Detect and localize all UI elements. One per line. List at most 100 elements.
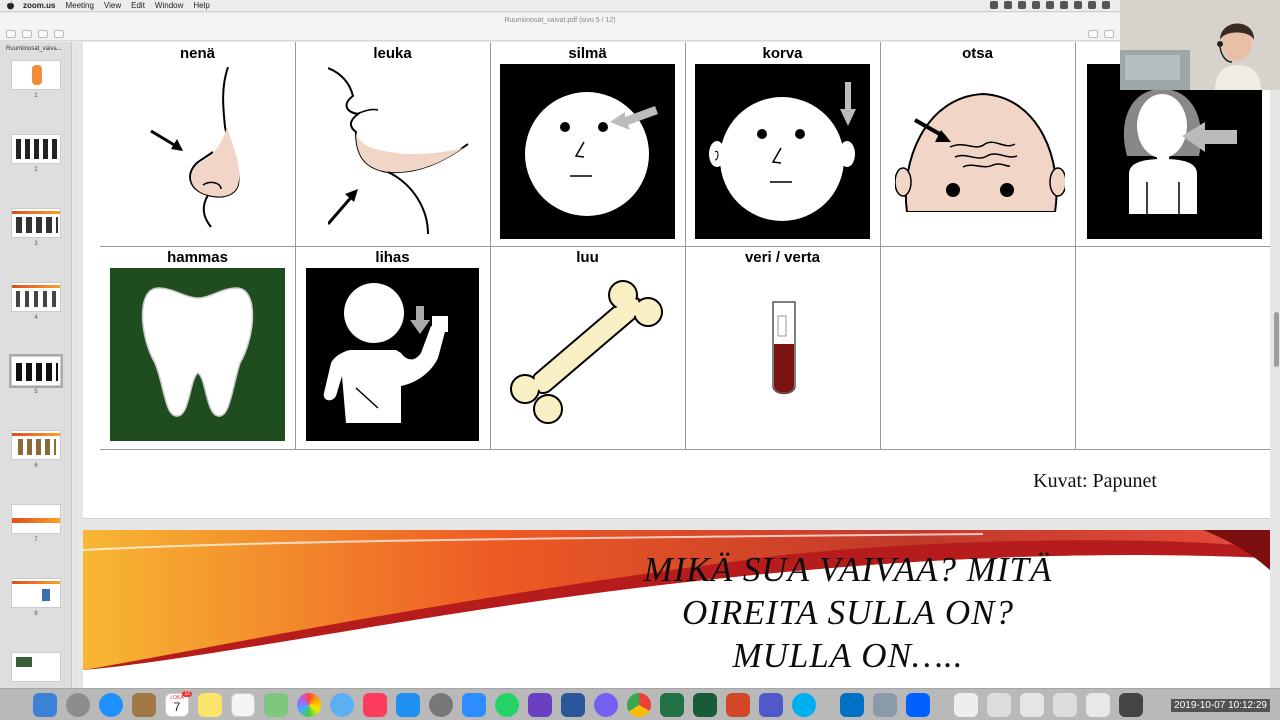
search-button[interactable] xyxy=(1104,30,1114,38)
document-icon[interactable] xyxy=(954,693,978,717)
forehead-picture xyxy=(895,92,1065,212)
vertical-scrollbar[interactable] xyxy=(1274,312,1279,367)
document-icon[interactable] xyxy=(987,693,1011,717)
imovie-icon[interactable] xyxy=(528,693,552,717)
menu-meeting[interactable]: Meeting xyxy=(65,1,93,10)
share-button[interactable] xyxy=(54,30,64,38)
page-thumbnail-1[interactable] xyxy=(11,60,61,90)
menu-view[interactable]: View xyxy=(104,1,121,10)
page-thumbnail-7[interactable] xyxy=(11,504,61,534)
powerpoint-icon[interactable] xyxy=(726,693,750,717)
calendar-icon[interactable]: LOKA 7 12 xyxy=(165,691,192,717)
outlook-icon[interactable] xyxy=(840,693,864,717)
label-eye: silmä xyxy=(568,45,607,62)
tray-icon[interactable] xyxy=(990,1,998,9)
page-number: 4 xyxy=(34,315,38,321)
notes-folder-icon[interactable] xyxy=(132,693,156,717)
music-icon[interactable] xyxy=(363,693,387,717)
calendar-badge: 12 xyxy=(182,691,192,697)
tray-icon[interactable] xyxy=(1088,1,1096,9)
tray-icon[interactable] xyxy=(1074,1,1082,9)
zoom-icon[interactable] xyxy=(462,693,486,717)
label-ear: korva xyxy=(762,45,803,62)
page-thumbnail-3[interactable] xyxy=(11,208,61,238)
chrome-icon[interactable] xyxy=(627,693,651,717)
preview-icon[interactable] xyxy=(873,693,897,717)
whatsapp-icon[interactable] xyxy=(495,693,519,717)
launchpad-icon[interactable] xyxy=(66,693,90,717)
page-number: 8 xyxy=(34,611,38,617)
safari-icon[interactable] xyxy=(99,693,123,717)
label-forehead: otsa xyxy=(962,45,993,62)
chin-picture xyxy=(328,67,469,235)
sidebar-toggle-button[interactable] xyxy=(6,30,16,38)
slide-title-line: MULLA ON….. xyxy=(732,636,964,675)
table-divider xyxy=(490,42,491,449)
page-thumbnail-9[interactable] xyxy=(11,652,61,682)
webcam-video[interactable] xyxy=(1120,0,1280,90)
markup-button[interactable] xyxy=(1088,30,1098,38)
page-thumbnail-4[interactable] xyxy=(11,282,61,312)
menu-app-name[interactable]: zoom.us xyxy=(23,1,55,10)
viber-icon[interactable] xyxy=(594,693,618,717)
page-number: 3 xyxy=(34,241,38,247)
word-icon[interactable] xyxy=(561,693,585,717)
menu-edit[interactable]: Edit xyxy=(131,1,145,10)
document-icon[interactable] xyxy=(1020,693,1044,717)
ear-picture xyxy=(695,64,870,239)
tooth-picture xyxy=(110,268,285,441)
table-divider xyxy=(295,42,296,449)
table-divider xyxy=(100,449,1270,450)
document-icon[interactable] xyxy=(1053,693,1077,717)
tray-icon[interactable] xyxy=(1060,1,1068,9)
table-divider xyxy=(1075,42,1076,449)
table-divider xyxy=(685,42,686,449)
label-tooth: hammas xyxy=(167,249,228,266)
finder-icon[interactable] xyxy=(33,693,57,717)
image-credit: Kuvat: Papunet xyxy=(1033,470,1157,492)
slide-title-line: OIREITA SULLA ON? xyxy=(681,593,1015,632)
label-nose: nenä xyxy=(179,45,215,62)
menu-help[interactable]: Help xyxy=(193,1,209,10)
page-thumbnail-5[interactable] xyxy=(9,354,63,388)
tray-icon[interactable] xyxy=(1004,1,1012,9)
system-preferences-icon[interactable] xyxy=(429,693,453,717)
screenshot-icon[interactable] xyxy=(1119,693,1143,717)
page-thumbnail-2[interactable] xyxy=(11,134,61,164)
calendar-day: 7 xyxy=(173,700,181,714)
maps-icon[interactable] xyxy=(264,693,288,717)
app-store-icon[interactable] xyxy=(396,693,420,717)
apple-icon[interactable] xyxy=(6,1,15,10)
page-thumbnail-8[interactable] xyxy=(11,578,61,608)
blood-tube-picture xyxy=(772,301,796,395)
nose-picture xyxy=(150,67,240,228)
tray-icon[interactable] xyxy=(1046,1,1054,9)
zoom-in-button[interactable] xyxy=(38,30,48,38)
dock: LOKA 7 12 2019-10-07 10:12:29 xyxy=(0,688,1280,720)
tray-icon[interactable] xyxy=(1102,1,1110,9)
stickies-icon[interactable] xyxy=(198,693,222,717)
tray-icon[interactable] xyxy=(1018,1,1026,9)
photos-icon[interactable] xyxy=(297,693,321,717)
reminders-icon[interactable] xyxy=(231,693,255,717)
zoom-out-button[interactable] xyxy=(22,30,32,38)
status-tray xyxy=(990,1,1110,9)
sidebar-file-label[interactable]: Ruumiinosat_vaiva... xyxy=(0,42,71,52)
page-thumbnail-6[interactable] xyxy=(11,430,61,460)
label-chin: leuka xyxy=(373,45,412,62)
excel-file-icon[interactable] xyxy=(693,693,717,717)
dropbox-icon[interactable] xyxy=(906,693,930,717)
document-view[interactable]: nenä leuka silmä korva otsa hammas lihas… xyxy=(73,42,1280,688)
excel-icon[interactable] xyxy=(660,693,684,717)
tray-icon[interactable] xyxy=(1032,1,1040,9)
table-divider xyxy=(880,42,881,449)
face-picture xyxy=(1087,64,1262,239)
window-toolbar: Ruumiinosat_vaivat.pdf (sivu 5 / 12) xyxy=(0,13,1120,41)
slide-title: MIKÄ SUA VAIVAA? MITÄ OIREITA SULLA ON? … xyxy=(538,548,1158,677)
teams-icon[interactable] xyxy=(759,693,783,717)
messages-icon[interactable] xyxy=(330,693,354,717)
document-icon[interactable] xyxy=(1086,693,1110,717)
document-title: Ruumiinosat_vaivat.pdf (sivu 5 / 12) xyxy=(504,17,616,24)
skype-icon[interactable] xyxy=(792,693,816,717)
menu-window[interactable]: Window xyxy=(155,1,183,10)
